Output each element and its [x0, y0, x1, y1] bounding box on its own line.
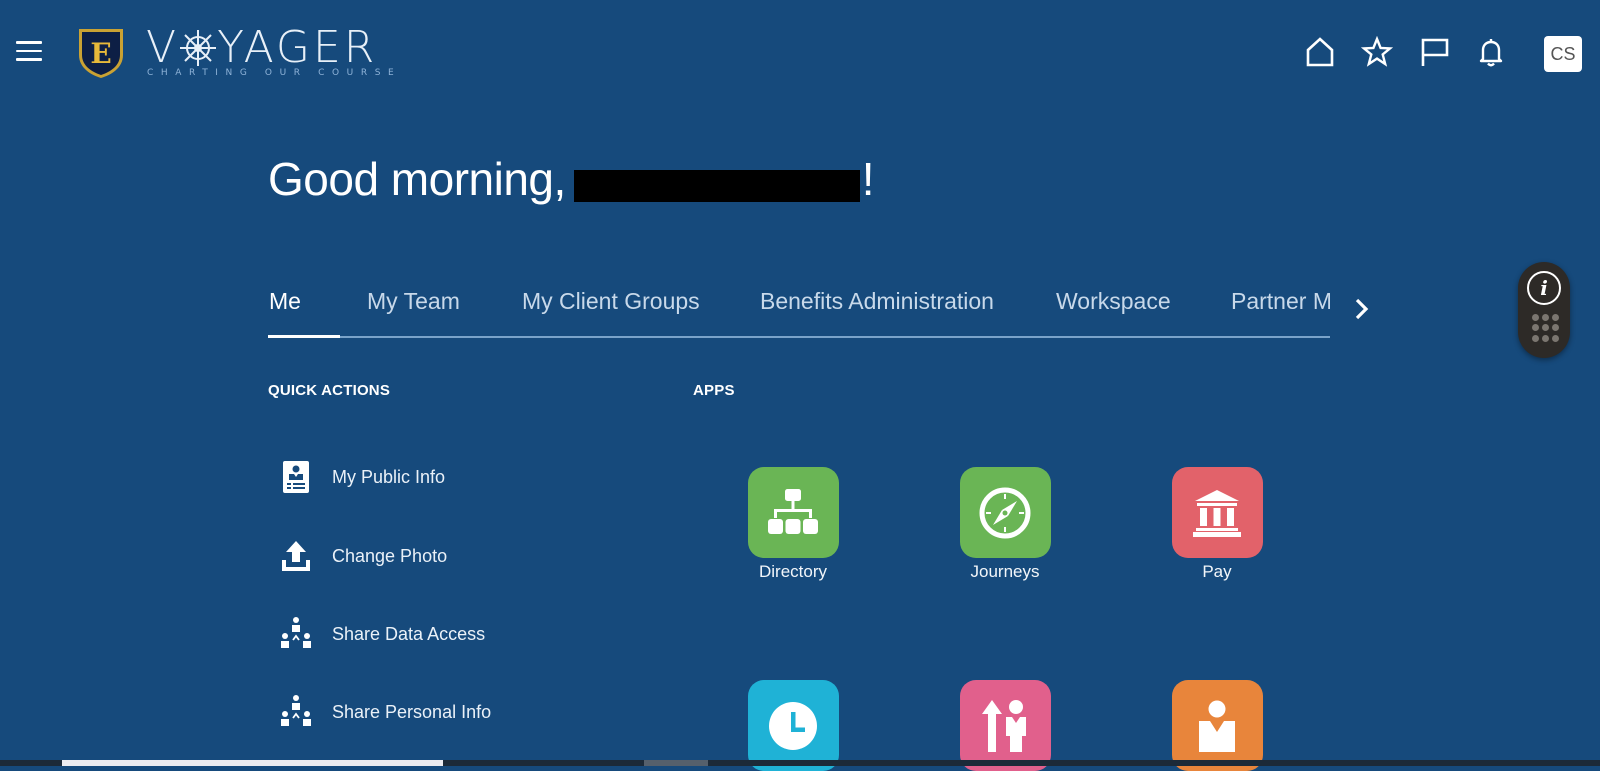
tab-my-client-groups[interactable]: My Client Groups — [522, 288, 700, 315]
quick-actions-heading: QUICK ACTIONS — [268, 382, 391, 399]
redacted-user-name — [573, 170, 860, 202]
info-icon[interactable]: i — [1527, 271, 1561, 305]
app-tile — [1171, 467, 1263, 558]
active-tab-indicator — [268, 335, 340, 338]
compass-icon — [979, 487, 1031, 538]
greeting-suffix: ! — [861, 153, 875, 205]
app-time[interactable] — [733, 680, 853, 771]
app-directory[interactable]: Directory — [733, 467, 853, 582]
home-icon[interactable] — [1304, 36, 1336, 68]
flag-icon[interactable] — [1418, 36, 1450, 68]
apps-heading: APPS — [693, 382, 735, 399]
org-share-icon — [278, 616, 314, 652]
org-chart-icon — [768, 488, 818, 534]
app-tile — [747, 467, 839, 558]
tab-me[interactable]: Me — [269, 288, 301, 315]
tab-my-team[interactable]: My Team — [367, 288, 460, 315]
quick-action-change-photo[interactable]: Change Photo — [278, 536, 447, 576]
person-icon — [1199, 700, 1235, 752]
app-career[interactable] — [945, 680, 1065, 771]
horizontal-scrollbar-thumb[interactable] — [62, 760, 443, 766]
quick-action-label: Change Photo — [332, 545, 448, 566]
career-growth-icon — [982, 699, 1026, 752]
svg-text:E: E — [90, 37, 111, 70]
upload-icon — [278, 538, 314, 574]
bottom-bar-element — [644, 760, 708, 766]
quick-action-my-public-info[interactable]: My Public Info — [278, 457, 445, 497]
app-label: Journeys — [970, 562, 1040, 581]
quick-action-share-personal-info[interactable]: Share Personal Info — [278, 692, 491, 732]
app-label: Directory — [758, 562, 827, 581]
logo-tagline: CHARTING OUR COURSE — [147, 68, 402, 78]
app-tile — [747, 680, 839, 771]
app-journeys[interactable]: Journeys — [945, 467, 1065, 582]
quick-action-label: Share Personal Info — [332, 701, 492, 722]
bell-icon[interactable] — [1475, 36, 1507, 68]
user-avatar-button[interactable]: CS — [1544, 36, 1582, 72]
greeting-heading: Good morning, ! — [268, 152, 875, 206]
quick-action-share-data-access[interactable]: Share Data Access — [278, 614, 485, 654]
app-tile — [1171, 680, 1263, 771]
quick-action-label: My Public Info — [332, 466, 446, 487]
app-grid-icon[interactable] — [1532, 314, 1559, 342]
app-label: Pay — [1202, 562, 1232, 581]
greeting-text: Good morning, — [268, 153, 566, 205]
voyager-logo[interactable]: V YAGER CHARTING OUR COURSE — [146, 22, 402, 79]
tab-workspace[interactable]: Workspace — [1056, 288, 1171, 315]
clock-icon — [769, 701, 817, 750]
ship-wheel-icon — [178, 28, 218, 68]
logo-shield-icon[interactable]: E — [77, 27, 125, 80]
tab-partner-management[interactable]: Partner Management — [1231, 288, 1330, 315]
navigation-tabs: Me My Team My Client Groups Benefits Adm… — [268, 284, 1330, 338]
app-tile — [959, 467, 1051, 558]
bank-icon — [1193, 489, 1241, 537]
quick-action-label: Share Data Access — [332, 623, 486, 644]
app-pay[interactable]: Pay — [1157, 467, 1277, 582]
hamburger-menu-icon[interactable] — [16, 41, 42, 61]
tabs-scroll-right-chevron-icon[interactable] — [1352, 296, 1372, 322]
badge-icon — [278, 459, 314, 495]
app-tile — [959, 680, 1051, 771]
logo-wordmark-rest: YAGER — [217, 22, 378, 73]
app-personal-info[interactable] — [1157, 680, 1277, 771]
floating-help-widget: i — [1518, 262, 1570, 358]
star-icon[interactable] — [1360, 35, 1394, 68]
tab-benefits-administration[interactable]: Benefits Administration — [760, 288, 994, 315]
tabs-divider — [268, 336, 1330, 338]
org-share-icon — [278, 694, 314, 730]
logo-wordmark-v: V — [146, 22, 180, 73]
